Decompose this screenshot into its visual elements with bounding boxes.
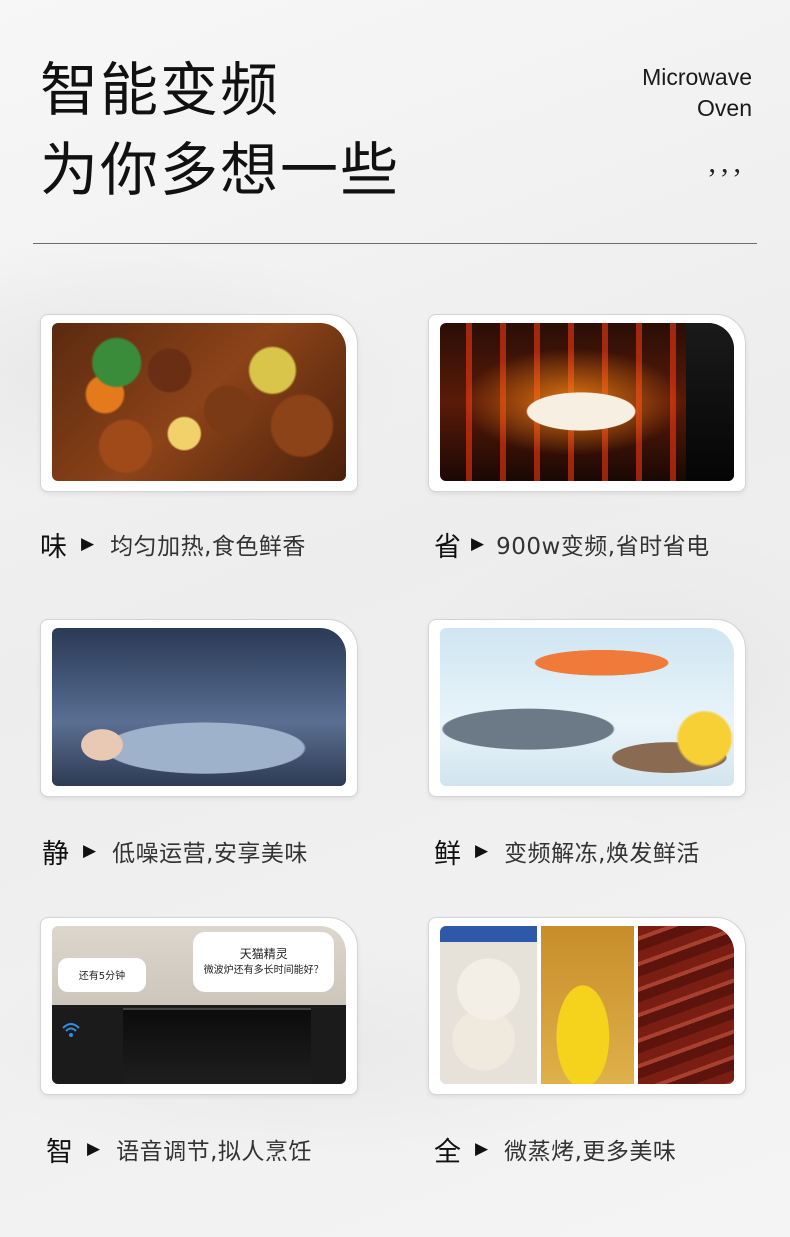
feature-char: 智 xyxy=(46,1136,73,1168)
sleeping-baby-photo xyxy=(52,628,346,786)
headline-line-2: 为你多想一些 xyxy=(40,136,401,204)
feature-char: 省 xyxy=(434,531,461,563)
feature-card-save xyxy=(428,314,746,492)
triangle-arrow-icon: ▶ xyxy=(83,841,97,861)
feature-caption-taste: 味 ▶ 均匀加热,食色鲜香 xyxy=(40,524,306,564)
feature-desc: 均匀加热,食色鲜香 xyxy=(110,534,306,560)
brand-line-1: Microwave xyxy=(642,64,752,90)
header-divider xyxy=(33,243,757,244)
feature-desc: 900w变频,省时省电 xyxy=(496,534,710,560)
feature-caption-fresh: 鲜 ▶ 变频解冻,焕发鲜活 xyxy=(434,831,700,871)
dishes-collage-photo xyxy=(440,926,734,1084)
speech-bubble-question: 天猫精灵 微波炉还有多长时间能好？ xyxy=(193,932,335,993)
corn-photo xyxy=(541,926,635,1084)
feature-char: 全 xyxy=(434,1136,461,1168)
headline-line-1: 智能变频 xyxy=(40,56,281,124)
feature-card-fresh xyxy=(428,619,746,797)
feature-char: 味 xyxy=(40,531,67,563)
speech-bubble-reply: 还有5分钟 xyxy=(57,957,147,993)
triangle-arrow-icon: ▶ xyxy=(471,534,485,554)
feature-card-smart: 还有5分钟 天猫精灵 微波炉还有多长时间能好？ xyxy=(40,917,358,1095)
feature-card-taste xyxy=(40,314,358,492)
steak-photo xyxy=(638,926,734,1084)
feature-desc: 变频解冻,焕发鲜活 xyxy=(504,841,700,867)
brand-line-2: Oven xyxy=(697,95,752,121)
feature-card-full xyxy=(428,917,746,1095)
feature-caption-smart: 智 ▶ 语音调节,拟人烹饪 xyxy=(46,1129,312,1169)
feature-desc: 低噪运营,安享美味 xyxy=(112,841,308,867)
seafood-photo xyxy=(440,628,734,786)
feature-desc: 微蒸烤,更多美味 xyxy=(504,1139,677,1165)
stew-photo xyxy=(52,323,346,481)
microwave-panel xyxy=(122,1008,311,1084)
bubble-title: 天猫精灵 xyxy=(239,947,288,962)
feature-desc: 语音调节,拟人烹饪 xyxy=(116,1139,312,1165)
triangle-arrow-icon: ▶ xyxy=(475,1139,489,1159)
brand-label: Microwave Oven xyxy=(642,62,752,124)
feature-caption-save: 省 ▶ 900w变频,省时省电 xyxy=(434,524,710,564)
feature-caption-quiet: 静 ▶ 低噪运营,安享美味 xyxy=(42,831,308,871)
oven-heating-photo xyxy=(440,323,734,481)
decorative-ticks: ,,, xyxy=(708,146,746,179)
headline: 智能变频 为你多想一些 xyxy=(40,50,400,210)
triangle-arrow-icon: ▶ xyxy=(81,534,95,554)
dumplings-photo xyxy=(440,926,538,1084)
wifi-icon xyxy=(61,1020,81,1040)
triangle-arrow-icon: ▶ xyxy=(475,841,489,861)
feature-char: 静 xyxy=(42,838,69,870)
feature-caption-full: 全 ▶ 微蒸烤,更多美味 xyxy=(434,1129,676,1169)
feature-card-quiet xyxy=(40,619,358,797)
feature-char: 鲜 xyxy=(434,838,461,870)
bubble-question: 微波炉还有多长时间能好？ xyxy=(203,965,324,977)
triangle-arrow-icon: ▶ xyxy=(87,1139,101,1159)
voice-assistant-photo: 还有5分钟 天猫精灵 微波炉还有多长时间能好？ xyxy=(52,926,346,1084)
